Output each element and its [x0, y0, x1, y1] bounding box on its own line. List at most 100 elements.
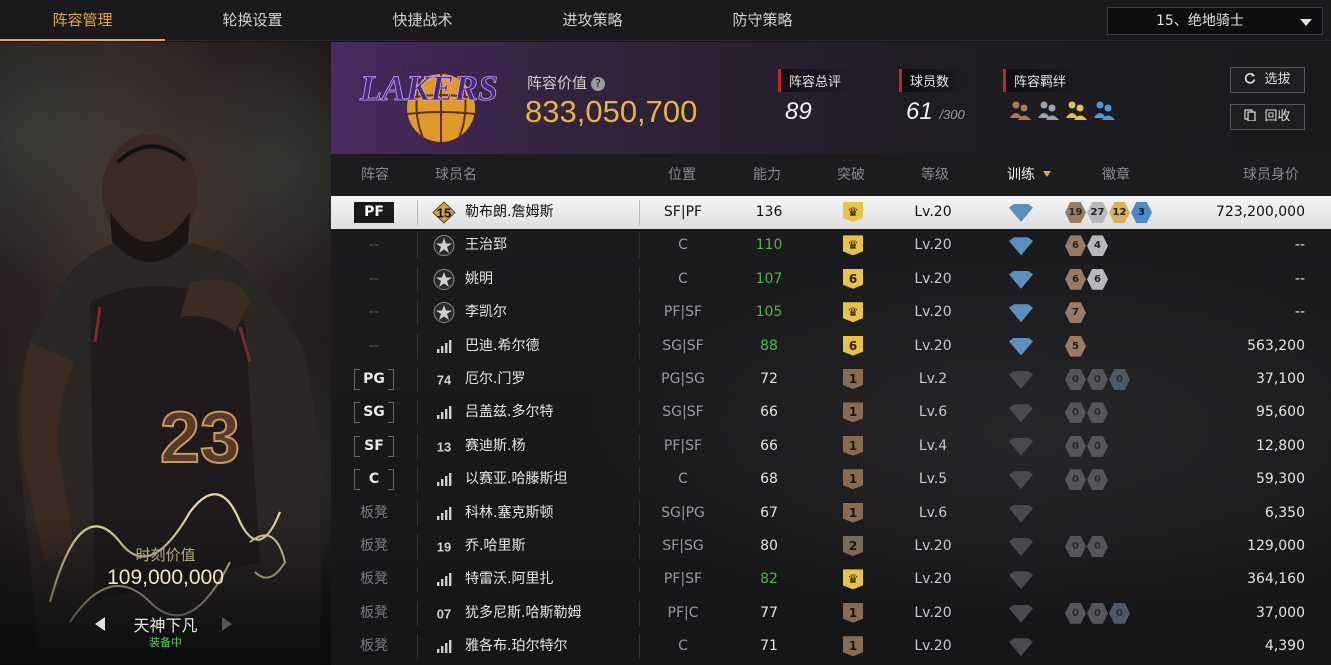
lineup-slot[interactable]: SG: [331, 396, 417, 429]
lineup-slot[interactable]: --: [331, 229, 417, 262]
training-cell[interactable]: [971, 263, 1071, 296]
training-cell[interactable]: [971, 630, 1071, 663]
table-row[interactable]: C 以赛亚.哈滕斯坦 C 68 1 Lv.5 0 0 59,300: [331, 463, 1331, 496]
player-name[interactable]: 巴迪.希尔德: [465, 330, 635, 363]
lineup-slot[interactable]: 板凳: [331, 563, 417, 596]
lineup-slot[interactable]: C: [331, 463, 417, 496]
player-name[interactable]: 乔.哈里斯: [465, 530, 635, 563]
tab-rotation-settings[interactable]: 轮换设置: [170, 0, 335, 41]
lineup-slot[interactable]: PF: [331, 196, 417, 229]
svg-text:74: 74: [437, 373, 452, 388]
header-position[interactable]: 位置: [668, 154, 696, 196]
header-player-name[interactable]: 球员名: [435, 154, 477, 196]
lineup-slot[interactable]: 板凳: [331, 630, 417, 663]
table-row[interactable]: SF 13 赛迪斯.杨 PF|SF 66 1 Lv.4 0 0 12,800: [331, 430, 1331, 463]
badges-cell[interactable]: 00: [1065, 435, 1185, 457]
table-row[interactable]: -- 李凯尔 PF|SF 105 ♛ Lv.20 7 --: [331, 296, 1331, 329]
tab-lineup-management[interactable]: 阵容管理: [0, 0, 165, 41]
training-cell[interactable]: [971, 296, 1071, 329]
badges-cell[interactable]: 64: [1065, 235, 1185, 257]
training-cell[interactable]: [971, 597, 1071, 630]
lineup-slot[interactable]: SF: [331, 430, 417, 463]
player-level: Lv.20: [914, 237, 952, 254]
lineup-slot[interactable]: --: [331, 263, 417, 296]
table-row[interactable]: -- 巴迪.希尔德 SG|SF 88 6 Lv.20 5 563,200: [331, 330, 1331, 363]
header-level[interactable]: 等级: [921, 154, 949, 196]
help-icon[interactable]: ?: [591, 77, 606, 91]
recycle-button[interactable]: 回收: [1230, 104, 1305, 130]
bond-bronze-icon[interactable]: [1009, 100, 1033, 120]
player-name[interactable]: 王治郅: [465, 229, 635, 262]
header-badges[interactable]: 徽章: [1102, 154, 1130, 196]
header-player-value[interactable]: 球员身价: [1243, 154, 1299, 196]
training-cell[interactable]: [971, 330, 1071, 363]
tab-offense-strategy[interactable]: 进攻策略: [510, 0, 675, 41]
badges-cell[interactable]: [1065, 569, 1185, 590]
player-name[interactable]: 姚明: [465, 263, 635, 296]
next-card-arrow-icon[interactable]: [222, 617, 232, 631]
lineup-slot[interactable]: --: [331, 296, 417, 329]
player-name[interactable]: 犹多尼斯.哈斯勒姆: [465, 597, 635, 630]
lineup-slot[interactable]: 板凳: [331, 497, 417, 530]
tab-defense-strategy[interactable]: 防守策略: [680, 0, 845, 41]
badges-cell[interactable]: 5: [1065, 335, 1185, 357]
table-row[interactable]: 板凳 特雷沃.阿里扎 PF|SF 82 ♛ Lv.20 364,160: [331, 563, 1331, 596]
header-breakthrough[interactable]: 突破: [837, 154, 865, 196]
badges-cell[interactable]: 7: [1065, 302, 1185, 324]
lineup-select-dropdown[interactable]: 15、绝地骑士: [1107, 7, 1323, 35]
lineup-slot[interactable]: 板凳: [331, 597, 417, 630]
table-row[interactable]: -- 王治郅 C 110 ♛ Lv.20 6 4 --: [331, 229, 1331, 262]
player-name[interactable]: 李凯尔: [465, 296, 635, 329]
badges-cell[interactable]: [1065, 503, 1185, 524]
table-row[interactable]: 板凳 07 犹多尼斯.哈斯勒姆 PF|C 77 1 Lv.20 0 0 0 37,000: [331, 597, 1331, 630]
badges-cell[interactable]: 66: [1065, 268, 1185, 290]
training-cell[interactable]: [971, 430, 1071, 463]
bond-gold-icon[interactable]: [1065, 100, 1089, 120]
training-cell[interactable]: [971, 497, 1071, 530]
lineup-slot[interactable]: 板凳: [331, 530, 417, 563]
lineup-slot[interactable]: --: [331, 330, 417, 363]
badges-cell[interactable]: 00: [1065, 536, 1185, 557]
training-cell[interactable]: [971, 396, 1071, 429]
header-ability[interactable]: 能力: [753, 154, 781, 196]
badges-cell[interactable]: 00: [1065, 402, 1185, 424]
training-cell[interactable]: [971, 463, 1071, 496]
table-row[interactable]: PG 74 厄尔.门罗 PG|SG 72 1 Lv.2 0 0 0 37,100: [331, 363, 1331, 396]
badges-cell[interactable]: 00: [1065, 469, 1185, 491]
bond-silver-icon[interactable]: [1037, 100, 1061, 120]
lineup-slot[interactable]: PG: [331, 363, 417, 396]
training-cell[interactable]: [971, 196, 1071, 229]
header-lineup[interactable]: 阵容: [361, 154, 389, 196]
bond-blue-icon[interactable]: [1093, 100, 1117, 120]
badges-cell[interactable]: 000: [1065, 369, 1185, 390]
badges-cell[interactable]: 19 27 12 3: [1065, 202, 1185, 223]
player-name[interactable]: 勒布朗.詹姆斯: [465, 196, 635, 229]
training-cell[interactable]: [971, 530, 1071, 563]
header-training[interactable]: 训练: [1007, 154, 1051, 196]
table-row[interactable]: 板凳 科林.塞克斯顿 SG|PG 67 1 Lv.6 6,350: [331, 497, 1331, 530]
player-name[interactable]: 科林.塞克斯顿: [465, 497, 635, 530]
table-row[interactable]: 板凳 雅各布.珀尔特尔 C 71 1 Lv.20 4,390: [331, 630, 1331, 663]
training-cell[interactable]: [971, 363, 1071, 396]
player-rarity-cell: 15: [431, 201, 457, 224]
player-name[interactable]: 以赛亚.哈滕斯坦: [465, 463, 635, 496]
table-row[interactable]: 板凳 19 乔.哈里斯 SF|SG 80 2 Lv.20 0 0 129,000: [331, 530, 1331, 563]
svg-text:19: 19: [437, 540, 451, 555]
player-name[interactable]: 赛迪斯.杨: [465, 430, 635, 463]
training-cell[interactable]: [971, 229, 1071, 262]
badge-hex-icon: 0: [1109, 602, 1130, 624]
table-row[interactable]: SG 吕盖兹.多尔特 SG|SF 66 1 Lv.6 0 0 95,600: [331, 396, 1331, 429]
player-name[interactable]: 吕盖兹.多尔特: [465, 396, 635, 429]
player-name[interactable]: 厄尔.门罗: [465, 363, 635, 396]
lineup-slot-text: 板凳: [360, 538, 388, 554]
select-button[interactable]: 选拔: [1230, 67, 1305, 93]
player-name[interactable]: 特雷沃.阿里扎: [465, 563, 635, 596]
badges-cell[interactable]: 000: [1065, 602, 1185, 624]
tab-quick-tactics[interactable]: 快捷战术: [340, 0, 505, 41]
table-row[interactable]: PF 15 勒布朗.詹姆斯 SF|PF 136 ♛ Lv.20 19 27 12 3 723,200,…: [331, 196, 1331, 229]
badges-cell[interactable]: [1065, 636, 1185, 657]
player-rarity-cell: [431, 234, 457, 257]
player-name[interactable]: 雅各布.珀尔特尔: [465, 630, 635, 663]
training-cell[interactable]: [971, 563, 1071, 596]
table-row[interactable]: -- 姚明 C 107 6 Lv.20 6 6 --: [331, 263, 1331, 296]
